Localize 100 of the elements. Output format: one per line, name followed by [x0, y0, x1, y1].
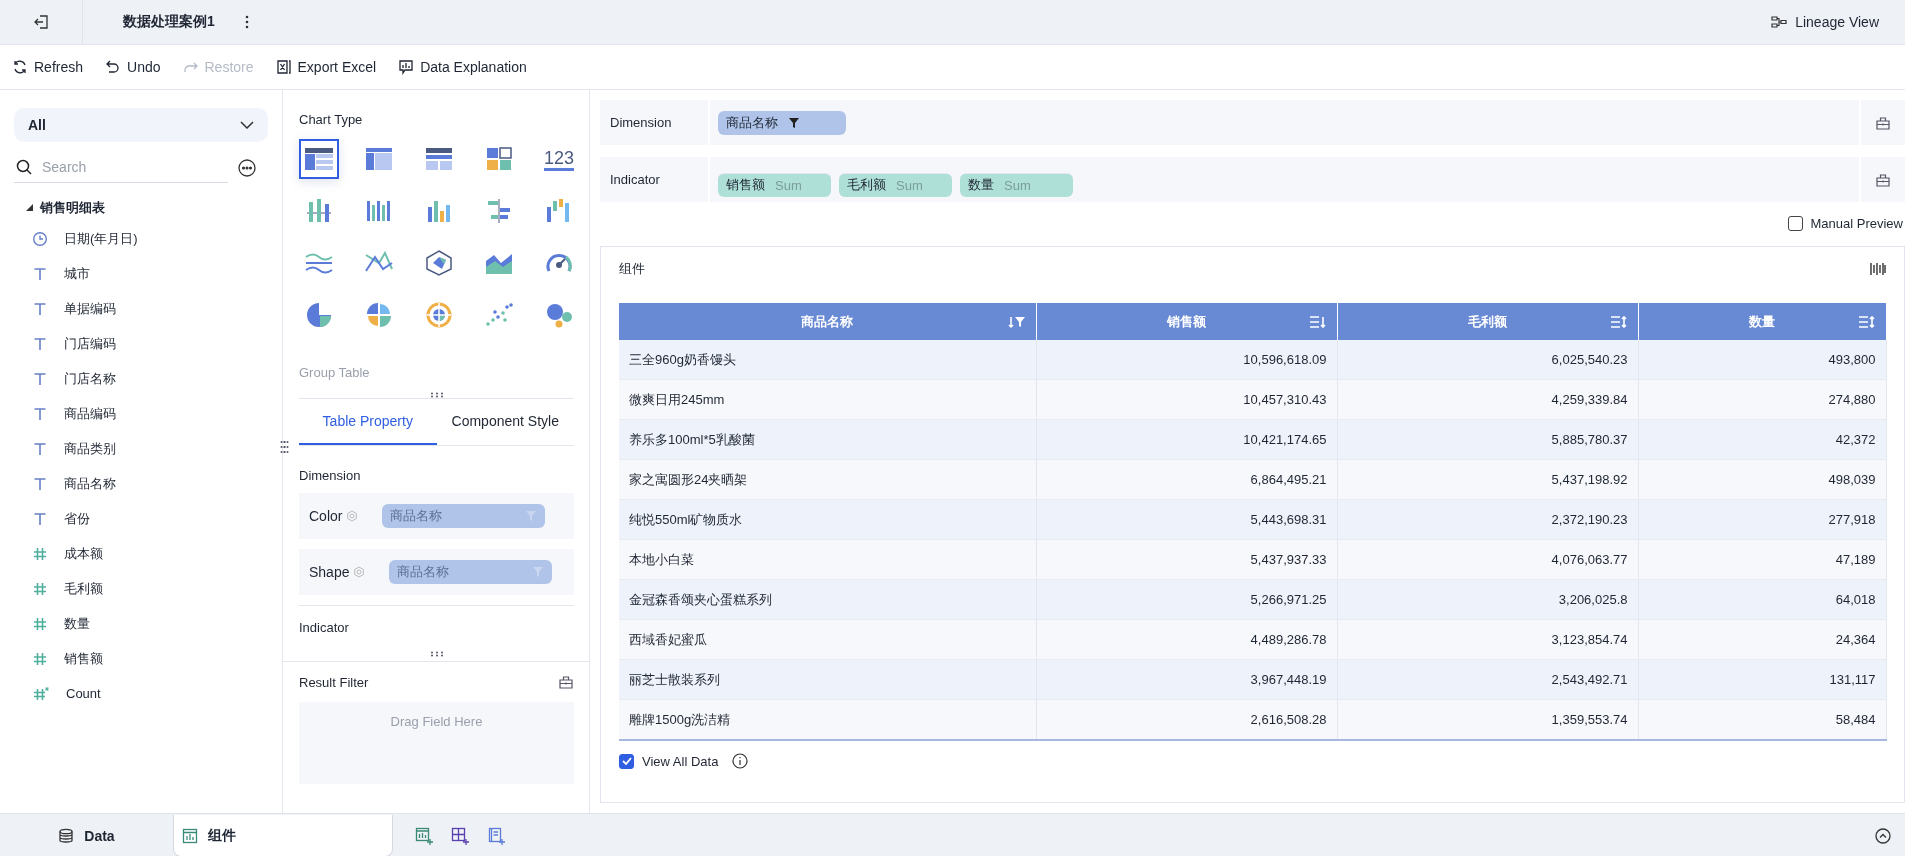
table-cell: 24,364: [1638, 619, 1886, 660]
field-name[interactable]: 商品编码: [64, 404, 116, 423]
add-chart-icon[interactable]: [415, 827, 433, 845]
resize-handle-icon[interactable]: [429, 392, 444, 398]
field-name[interactable]: 商品名称: [64, 474, 116, 493]
table-cell: 64,018: [1638, 579, 1886, 620]
excel-icon: [275, 59, 292, 75]
tab[interactable]: Table Property: [299, 399, 437, 445]
barcode-icon[interactable]: [1870, 261, 1886, 277]
chart-type-icon: [303, 145, 335, 173]
resize-handle-icon[interactable]: [283, 440, 289, 454]
property-label: Shape: [309, 564, 350, 580]
shelf-label: Indicator: [600, 157, 710, 202]
lineage-view-button[interactable]: Lineage View: [1765, 13, 1885, 31]
dimension-chip[interactable]: 商品名称: [718, 110, 846, 135]
section-title: Dimension: [299, 468, 362, 483]
table-cell: 5,437,937.33: [1036, 539, 1337, 580]
table-cell: 三全960g奶香馒头: [619, 340, 1036, 380]
field-name[interactable]: 成本额: [64, 544, 103, 563]
table-cell: 丽芝士散装系列: [619, 659, 1036, 700]
resize-handle-icon[interactable]: [429, 651, 444, 657]
indicator-chip[interactable]: 毛利额 Sum: [839, 172, 952, 197]
field-name[interactable]: 销售额: [64, 649, 103, 668]
checkbox[interactable]: [1787, 215, 1803, 231]
filter-icon: [532, 566, 545, 578]
table-cell: 3,123,854.74: [1337, 619, 1638, 660]
filter-icon: [525, 510, 538, 522]
add-grid-icon[interactable]: [451, 827, 469, 845]
refresh-icon: [12, 59, 28, 75]
table-cell: 493,800: [1638, 340, 1886, 380]
property-label: Color: [309, 508, 343, 524]
hash-icon: [32, 615, 48, 632]
table-cell: 2,372,190.23: [1337, 499, 1638, 540]
info-icon[interactable]: [732, 753, 749, 769]
sort-icon[interactable]: [1857, 314, 1876, 329]
toolbar-button[interactable]: Undo: [105, 59, 161, 75]
toolbox-icon[interactable]: [1875, 171, 1891, 188]
field-name[interactable]: 门店编码: [64, 334, 116, 353]
sort-icon[interactable]: [1609, 314, 1628, 329]
table-cell: 47,189: [1638, 539, 1886, 580]
field-name[interactable]: 城市: [64, 264, 90, 283]
table-cell: 5,885,780.37: [1337, 419, 1638, 460]
search-icon[interactable]: [16, 159, 32, 175]
table-cell: 西域香妃蜜瓜: [619, 619, 1036, 660]
chart-type-name: Group Table: [299, 365, 371, 380]
field-name[interactable]: 日期(年月日): [64, 229, 138, 248]
chart-type-icon: [423, 145, 455, 173]
field-name[interactable]: 毛利额: [64, 579, 103, 598]
table-cell: 6,864,495.21: [1036, 459, 1337, 500]
checkbox-label[interactable]: Manual Preview: [1810, 215, 1903, 231]
checkbox[interactable]: [619, 753, 634, 769]
table-cell: 10,596,618.09: [1036, 340, 1337, 380]
section-title: Result Filter: [299, 674, 369, 690]
checkbox-label[interactable]: View All Data: [642, 753, 719, 769]
hash-icon: [32, 650, 48, 667]
bottom-tab[interactable]: Data: [0, 815, 173, 856]
collapse-icon[interactable]: [1875, 828, 1891, 844]
hash-icon: [32, 580, 48, 597]
table-cell: 5,443,698.31: [1036, 499, 1337, 540]
tab[interactable]: Component Style: [436, 399, 574, 445]
document-title: 数据处理案例1: [123, 13, 215, 31]
table-cell: 微爽日用245mm: [619, 379, 1036, 420]
sort-descending-icon[interactable]: [1308, 314, 1327, 329]
toolbar-button[interactable]: Refresh: [12, 59, 84, 75]
field-name[interactable]: 数量: [64, 614, 90, 633]
caret-icon[interactable]: [26, 204, 34, 212]
indicator-chip[interactable]: 数量 Sum: [960, 172, 1073, 197]
table-cell: 3,206,025.8: [1337, 579, 1638, 620]
add-report-icon[interactable]: [487, 827, 505, 845]
number-chart-label: 123: [543, 147, 574, 171]
chart-type-button[interactable]: [299, 139, 339, 179]
toolbox-icon[interactable]: [1875, 114, 1891, 131]
field-name[interactable]: 省份: [64, 509, 90, 528]
indicator-chip[interactable]: 销售额 Sum: [718, 172, 831, 197]
field-name[interactable]: 商品类别: [64, 439, 116, 458]
table-cell: 498,039: [1638, 459, 1886, 500]
field-name[interactable]: Count: [66, 686, 101, 701]
table-name[interactable]: 销售明细表: [40, 199, 105, 217]
component-title: 组件: [619, 260, 645, 278]
exit-icon[interactable]: [33, 14, 49, 30]
scope-dropdown[interactable]: All: [14, 108, 268, 142]
more-icon[interactable]: [244, 15, 249, 29]
table-cell: 277,918: [1638, 499, 1886, 540]
table-cell: 131,117: [1638, 659, 1886, 700]
section-title: Chart Type: [299, 112, 364, 127]
toolbar-button[interactable]: Data Explanation: [398, 59, 527, 75]
clock-icon: [32, 230, 48, 247]
toolbox-icon[interactable]: [558, 674, 574, 690]
table-cell: 274,880: [1638, 379, 1886, 420]
sort-filter-icon[interactable]: [1007, 314, 1026, 329]
text-type-icon: [32, 335, 48, 352]
chart-type-button[interactable]: 123: [539, 139, 579, 179]
field-name[interactable]: 门店名称: [64, 369, 116, 388]
search-field[interactable]: Search: [40, 158, 214, 176]
field-name[interactable]: 单据编码: [64, 299, 116, 318]
more-options-icon[interactable]: [238, 158, 256, 177]
section-title: Indicator: [299, 620, 349, 635]
toolbar-button[interactable]: Export Excel: [275, 59, 377, 75]
bar-chart-icon: [182, 827, 198, 844]
bottom-tab[interactable]: 组件: [173, 815, 393, 856]
